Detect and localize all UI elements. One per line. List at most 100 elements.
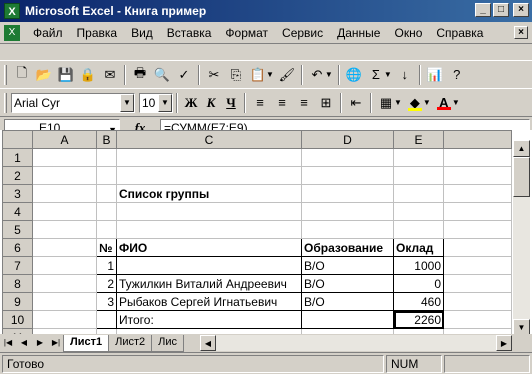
cell-c10-total-label[interactable]: Итого:	[116, 310, 302, 329]
sheet-tab-3[interactable]: Лис	[151, 334, 185, 352]
cell-d7[interactable]: В/О	[301, 256, 394, 275]
borders-dropdown-icon[interactable]: ▼	[394, 98, 402, 107]
sheet-tab-2[interactable]: Лист2	[108, 334, 153, 352]
cell[interactable]	[116, 202, 302, 221]
row-header[interactable]: 9	[2, 292, 33, 311]
column-header-c[interactable]: C	[116, 130, 302, 149]
row-header[interactable]: 6	[2, 238, 33, 257]
row-header[interactable]: 8	[2, 274, 33, 293]
scroll-up-icon[interactable]: ▲	[513, 140, 530, 157]
cell[interactable]	[301, 202, 394, 221]
cell[interactable]	[393, 148, 444, 167]
cell[interactable]	[443, 148, 512, 167]
first-sheet-icon[interactable]: |◀	[0, 335, 16, 351]
cut-icon[interactable]: ✂	[203, 64, 225, 86]
cell-d10[interactable]	[301, 310, 394, 329]
save-icon[interactable]: 💾	[55, 64, 77, 86]
cell[interactable]	[32, 166, 97, 185]
font-name-select[interactable]: Arial Cyr ▼	[11, 92, 135, 113]
fill-color-dropdown-icon[interactable]: ▼	[423, 98, 431, 107]
row-header[interactable]: 3	[2, 184, 33, 203]
cell[interactable]	[443, 184, 512, 203]
cell[interactable]	[32, 148, 97, 167]
cell-c3-title[interactable]: Список группы	[116, 184, 302, 203]
decrease-indent-icon[interactable]: ⇤	[345, 92, 367, 114]
open-folder-icon[interactable]: 📂	[33, 64, 55, 86]
cell-b10[interactable]	[96, 310, 117, 329]
cell-c6-header[interactable]: ФИО	[116, 238, 302, 257]
last-sheet-icon[interactable]: ▶|	[48, 335, 64, 351]
align-center-icon[interactable]: ≡	[271, 92, 293, 114]
cell[interactable]	[96, 184, 117, 203]
cell-b7[interactable]: 1	[96, 256, 117, 275]
spelling-icon[interactable]: ✓	[173, 64, 195, 86]
menu-file[interactable]: Файл	[26, 24, 70, 42]
menu-data[interactable]: Данные	[330, 24, 387, 42]
cell-b9[interactable]: 3	[96, 292, 117, 311]
menu-view[interactable]: Вид	[124, 24, 160, 42]
font-color-dropdown-icon[interactable]: ▼	[452, 98, 460, 107]
italic-button[interactable]: К	[201, 92, 221, 114]
copy-icon[interactable]: ⎘	[225, 64, 247, 86]
cell[interactable]	[443, 274, 512, 293]
cell[interactable]	[301, 184, 394, 203]
cell[interactable]	[443, 256, 512, 275]
cell[interactable]	[32, 274, 97, 293]
cell[interactable]	[116, 148, 302, 167]
align-right-icon[interactable]: ≡	[293, 92, 315, 114]
print-icon[interactable]: 🖶	[129, 64, 151, 86]
column-header-e[interactable]: E	[393, 130, 444, 149]
scroll-right-icon[interactable]: ▶	[496, 335, 512, 351]
toolbar-grip[interactable]	[4, 64, 7, 85]
prev-sheet-icon[interactable]: ◀	[16, 335, 32, 351]
cell[interactable]	[96, 166, 117, 185]
cell-c8[interactable]: Тужилкин Виталий Андреевич	[116, 274, 302, 293]
chevron-down-icon[interactable]: ▼	[120, 93, 134, 112]
underline-button[interactable]: Ч	[221, 92, 241, 114]
document-icon[interactable]: X	[4, 24, 20, 41]
row-header[interactable]: 1	[2, 148, 33, 167]
cell[interactable]	[116, 220, 302, 239]
cell[interactable]	[301, 220, 394, 239]
cell[interactable]	[32, 238, 97, 257]
maximize-button[interactable]: □	[493, 3, 509, 17]
email-icon[interactable]: ✉	[99, 64, 121, 86]
cell[interactable]	[443, 166, 512, 185]
menu-insert[interactable]: Вставка	[160, 24, 219, 42]
merge-center-icon[interactable]: ⊞	[315, 92, 337, 114]
new-document-icon[interactable]: 🗋	[11, 64, 33, 86]
column-header-a[interactable]: A	[32, 130, 97, 149]
cell[interactable]	[393, 220, 444, 239]
cell[interactable]	[443, 202, 512, 221]
close-button[interactable]: ×	[513, 3, 529, 17]
horizontal-scrollbar[interactable]: ◀ ▶	[200, 335, 512, 351]
autosum-dropdown-icon[interactable]: ▼	[384, 70, 392, 79]
permission-icon[interactable]: 🔒	[77, 64, 99, 86]
cell[interactable]	[301, 148, 394, 167]
menu-window[interactable]: Окно	[387, 24, 429, 42]
cell-d9[interactable]: В/О	[301, 292, 394, 311]
sheet-tab-1[interactable]: Лист1	[63, 334, 110, 352]
cell[interactable]	[32, 184, 97, 203]
cell-e10-total[interactable]: 2260	[393, 310, 444, 329]
select-all-corner[interactable]	[2, 130, 33, 149]
print-preview-icon[interactable]: 🔍	[151, 64, 173, 86]
vertical-scroll-thumb[interactable]	[513, 157, 530, 197]
cell-b8[interactable]: 2	[96, 274, 117, 293]
cell[interactable]	[96, 148, 117, 167]
cell[interactable]	[32, 310, 97, 329]
cell[interactable]	[443, 310, 512, 329]
help-icon[interactable]: ?	[446, 64, 468, 86]
hyperlink-icon[interactable]: 🌐	[343, 64, 365, 86]
cell[interactable]	[32, 202, 97, 221]
cell[interactable]	[301, 166, 394, 185]
cell-b6-header[interactable]: №	[96, 238, 117, 257]
row-header[interactable]: 10	[2, 310, 33, 329]
menu-tools[interactable]: Сервис	[275, 24, 330, 42]
cell[interactable]	[32, 292, 97, 311]
cell-d6-header[interactable]: Образование	[301, 238, 394, 257]
column-header-b[interactable]: B	[96, 130, 117, 149]
cell-e9[interactable]: 460	[393, 292, 444, 311]
undo-dropdown-icon[interactable]: ▼	[325, 70, 333, 79]
cell[interactable]	[393, 166, 444, 185]
